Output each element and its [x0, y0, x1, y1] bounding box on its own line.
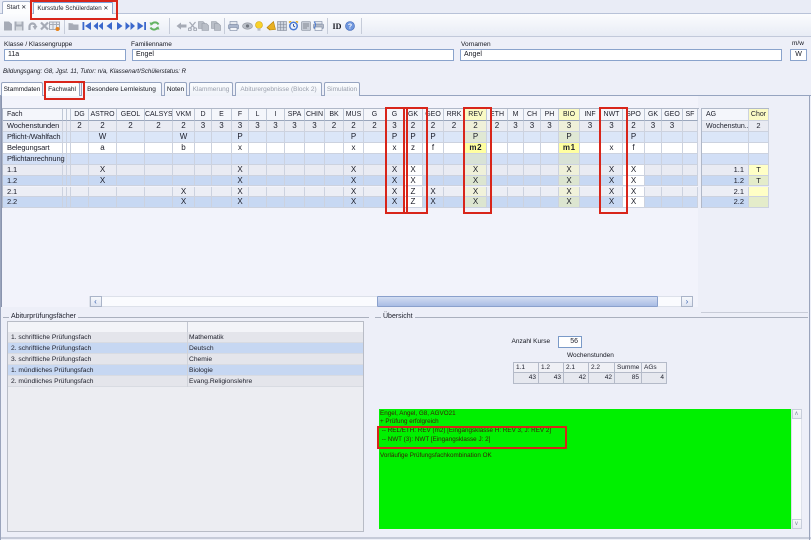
svg-text:?: ? — [347, 24, 351, 31]
